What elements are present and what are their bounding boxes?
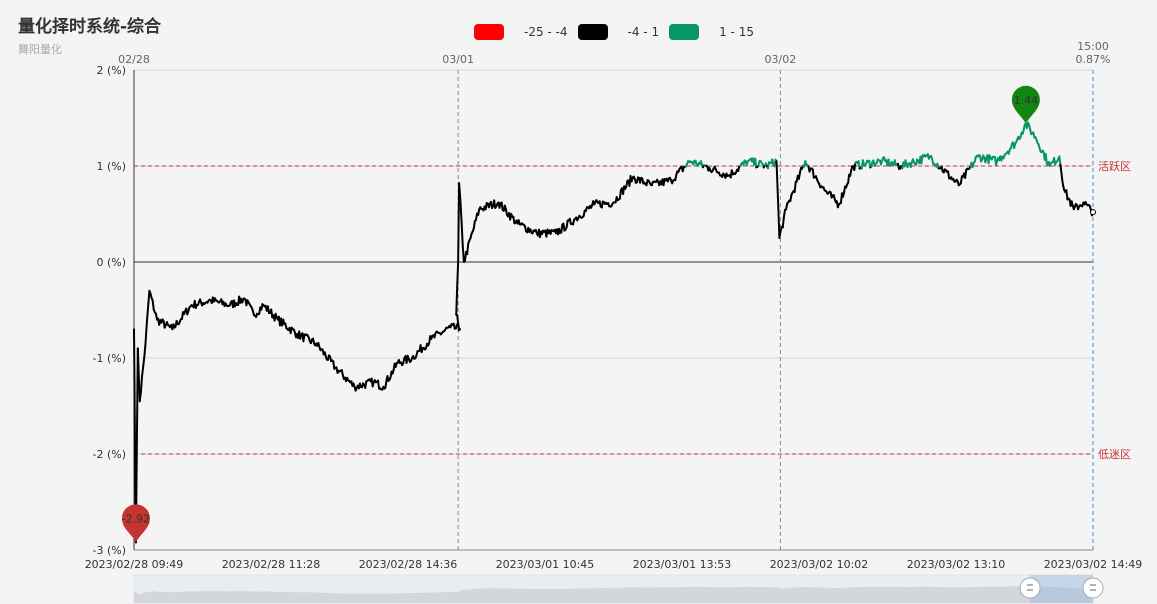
min-marker-label: -2.92 bbox=[122, 512, 150, 525]
series-segment bbox=[782, 208, 787, 219]
y-tick-label: -2 (%) bbox=[93, 448, 127, 461]
series-segment bbox=[560, 223, 564, 234]
series-segment bbox=[384, 379, 388, 389]
series-segment bbox=[500, 201, 504, 211]
series-segment bbox=[618, 188, 622, 200]
y-tick-label: -3 (%) bbox=[93, 544, 127, 557]
current-time-label: 15:00 bbox=[1077, 40, 1109, 53]
series-segment bbox=[1060, 171, 1064, 182]
series-end-point bbox=[1090, 209, 1096, 216]
x-tick-label: 2023/02/28 14:36 bbox=[359, 558, 458, 571]
top-date-label: 02/28 bbox=[118, 53, 150, 66]
top-date-label: 03/02 bbox=[765, 53, 797, 66]
x-tick-label: 2023/03/02 13:10 bbox=[907, 558, 1006, 571]
series-segment bbox=[145, 313, 149, 330]
series-segment bbox=[142, 355, 146, 368]
series-segment bbox=[459, 198, 463, 222]
series-segment bbox=[776, 185, 780, 213]
mark-line-label: 低迷区 bbox=[1098, 448, 1131, 461]
datazoom-handle-left[interactable] bbox=[1019, 577, 1041, 599]
series-segment bbox=[377, 379, 381, 390]
x-tick-label: 2023/02/28 09:49 bbox=[85, 558, 184, 571]
mark-line-label: 活跃区 bbox=[1098, 159, 1131, 173]
series-segment bbox=[1065, 189, 1069, 201]
series-segment bbox=[964, 169, 968, 179]
series-segment bbox=[266, 305, 270, 315]
series-segment bbox=[146, 302, 150, 316]
series-segment bbox=[1058, 155, 1062, 166]
y-tick-label: 0 (%) bbox=[96, 256, 126, 269]
series-segment bbox=[151, 299, 155, 311]
line-chart: 2 (%)1 (%)0 (%)-1 (%)-2 (%)-3 (%)02/28 03… bbox=[85, 40, 1143, 604]
series-segment bbox=[141, 365, 145, 378]
series-segment bbox=[853, 161, 857, 172]
series-segment bbox=[959, 175, 963, 185]
series-segment bbox=[565, 219, 569, 229]
y-tick-label: -1 (%) bbox=[93, 352, 127, 365]
series-segment bbox=[781, 216, 785, 229]
series-segment bbox=[456, 261, 460, 288]
x-tick-label: 2023/03/02 10:02 bbox=[770, 558, 869, 571]
series-segment bbox=[1044, 152, 1048, 165]
x-tick-label: 2023/03/02 14:49 bbox=[1044, 558, 1143, 571]
y-tick-label: 1 (%) bbox=[96, 160, 126, 173]
series-segment bbox=[775, 160, 779, 188]
x-tick-label: 2023/03/01 13:53 bbox=[633, 558, 732, 571]
datazoom-handle-right[interactable] bbox=[1082, 577, 1104, 599]
series-segment bbox=[793, 181, 797, 193]
series-segment bbox=[144, 327, 148, 345]
series-segment bbox=[947, 170, 951, 180]
series-segment bbox=[458, 182, 462, 201]
series-segment bbox=[461, 243, 465, 263]
series-segment bbox=[1059, 163, 1063, 174]
series-segment bbox=[133, 328, 136, 442]
series-segment bbox=[811, 168, 815, 179]
series-segment bbox=[138, 391, 142, 403]
x-tick-label: 2023/03/01 10:45 bbox=[496, 558, 595, 571]
top-date-label: 03/01 bbox=[442, 53, 474, 66]
series-segment bbox=[139, 375, 144, 394]
series-segment bbox=[472, 220, 476, 230]
series-segment bbox=[466, 242, 470, 256]
current-value-label: 0.87% bbox=[1076, 53, 1111, 66]
series-segment bbox=[754, 157, 758, 169]
series-segment bbox=[136, 347, 140, 378]
series-segment bbox=[456, 314, 460, 325]
series-segment bbox=[460, 219, 464, 246]
series-segment bbox=[143, 342, 147, 358]
x-tick-label: 2023/02/28 11:28 bbox=[222, 558, 321, 571]
series-segment bbox=[455, 285, 459, 316]
max-marker-label: 1.44 bbox=[1014, 94, 1039, 107]
